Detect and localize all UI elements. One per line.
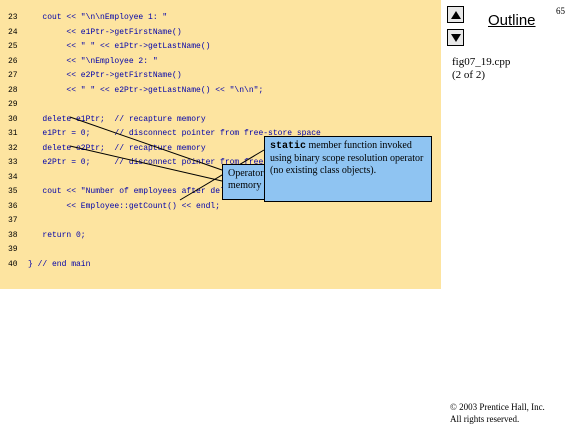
next-slide-button[interactable] bbox=[447, 29, 464, 46]
code-text: << " " << e2Ptr->getLastName() << "\n\n"… bbox=[28, 85, 264, 95]
page-info: (2 of 2) bbox=[452, 69, 485, 81]
outline-title: Outline bbox=[488, 12, 536, 29]
static-member-callout: static member function invoked using bin… bbox=[264, 136, 432, 202]
copyright-line-2: All rights reserved. bbox=[450, 414, 520, 424]
code-text: return 0; bbox=[28, 230, 86, 240]
page-number: 65 bbox=[556, 6, 565, 16]
static-keyword: static bbox=[270, 141, 307, 152]
copyright-line-1: © 2003 Prentice Hall, Inc. bbox=[450, 402, 545, 412]
code-text: } // end main bbox=[28, 259, 91, 269]
line-number: 40 bbox=[8, 259, 18, 269]
previous-slide-button[interactable] bbox=[447, 6, 464, 23]
down-arrow-icon bbox=[450, 33, 461, 42]
file-name: fig07_19.cpp bbox=[452, 56, 511, 68]
code-text: << Employee::getCount() << endl; bbox=[28, 201, 221, 211]
up-arrow-icon bbox=[450, 10, 461, 19]
